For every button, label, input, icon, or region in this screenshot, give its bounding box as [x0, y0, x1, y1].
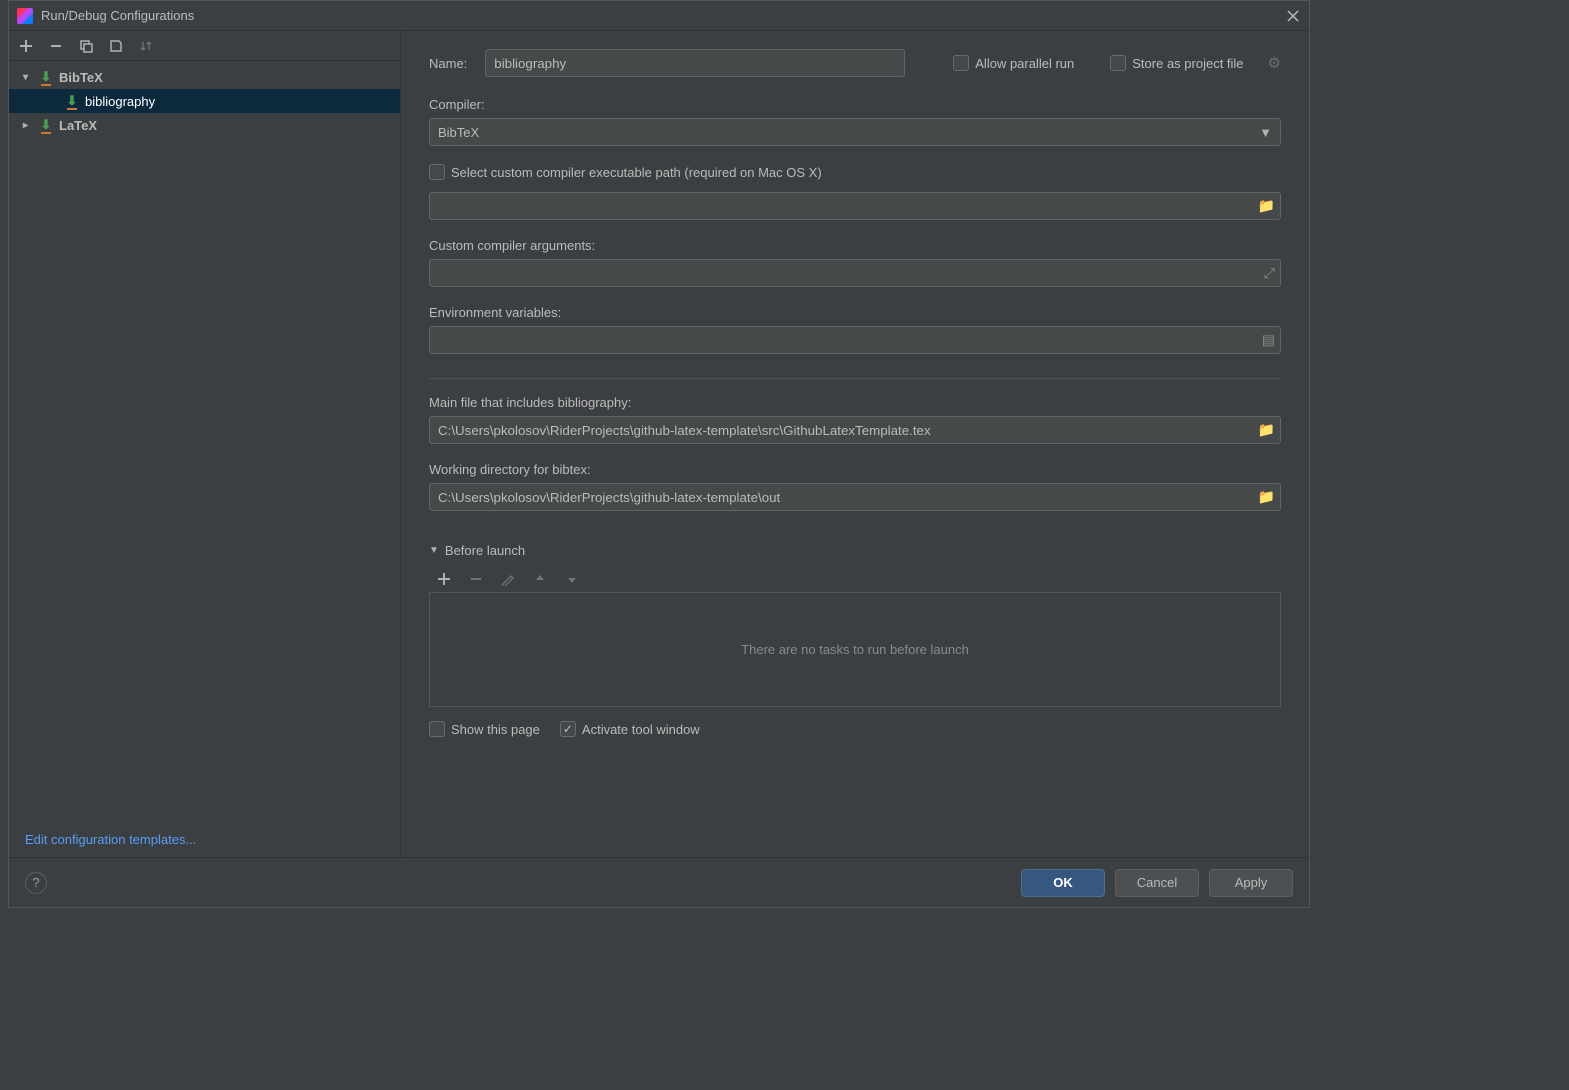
ok-button[interactable]: OK: [1021, 869, 1105, 897]
folder-icon[interactable]: 📁: [1258, 422, 1275, 439]
before-launch-toolbar: [429, 566, 1281, 592]
name-label: Name:: [429, 56, 467, 71]
folder-icon[interactable]: 📁: [1258, 198, 1275, 215]
checkbox-icon: [953, 55, 969, 71]
allow-parallel-checkbox[interactable]: Allow parallel run: [953, 55, 1074, 71]
activate-tool-checkbox[interactable]: Activate tool window: [560, 721, 700, 737]
tree-node-latex[interactable]: ▸ ⬇ LaTeX: [9, 113, 400, 137]
titlebar: Run/Debug Configurations: [9, 1, 1309, 31]
gear-icon[interactable]: ⚙: [1268, 54, 1281, 72]
help-icon[interactable]: ?: [25, 872, 47, 894]
env-input[interactable]: [429, 326, 1281, 354]
workdir-input[interactable]: [429, 483, 1281, 511]
close-icon[interactable]: [1285, 8, 1301, 24]
checkbox-checked-icon: [560, 721, 576, 737]
move-down-icon: [563, 570, 581, 588]
compiler-value: BibTeX: [438, 125, 479, 140]
compiler-label: Compiler:: [429, 97, 1281, 112]
before-launch-label: Before launch: [445, 543, 525, 558]
expand-icon[interactable]: ⤢: [1264, 265, 1275, 282]
checkbox-icon: [429, 721, 445, 737]
name-input[interactable]: [485, 49, 905, 77]
app-icon: [17, 8, 33, 24]
activate-tool-label: Activate tool window: [582, 722, 700, 737]
custom-args-label: Custom compiler arguments:: [429, 238, 1281, 253]
before-launch-toggle[interactable]: ▼ Before launch: [429, 543, 1281, 558]
tree-node-bibliography[interactable]: ⬇ bibliography: [9, 89, 400, 113]
tex-icon: ⬇: [39, 118, 53, 132]
workdir-label: Working directory for bibtex:: [429, 462, 1281, 477]
remove-task-icon: [467, 570, 485, 588]
edit-templates-link[interactable]: Edit configuration templates...: [9, 822, 400, 857]
custom-compiler-label: Select custom compiler executable path (…: [451, 165, 822, 180]
apply-button[interactable]: Apply: [1209, 869, 1293, 897]
tree-label: BibTeX: [59, 70, 103, 85]
compiler-select[interactable]: BibTeX ▼: [429, 118, 1281, 146]
move-up-icon: [531, 570, 549, 588]
config-tree: ▾ ⬇ BibTeX ⬇ bibliography ▸ ⬇ LaTeX: [9, 61, 400, 822]
store-project-checkbox[interactable]: Store as project file: [1110, 55, 1243, 71]
run-debug-dialog: Run/Debug Configurations ▾ ⬇ BibTeX ⬇: [8, 0, 1310, 908]
folder-icon[interactable]: 📁: [1258, 489, 1275, 506]
save-config-icon[interactable]: [107, 37, 125, 55]
tree-label: bibliography: [85, 94, 155, 109]
name-row: Name: Allow parallel run Store as projec…: [429, 49, 1281, 77]
tree-label: LaTeX: [59, 118, 97, 133]
show-page-checkbox[interactable]: Show this page: [429, 721, 540, 737]
cancel-button[interactable]: Cancel: [1115, 869, 1199, 897]
list-icon[interactable]: ▤: [1262, 332, 1275, 349]
dialog-body: ▾ ⬇ BibTeX ⬇ bibliography ▸ ⬇ LaTeX Edit…: [9, 31, 1309, 857]
tex-icon: ⬇: [65, 94, 79, 108]
custom-compiler-path-input[interactable]: [429, 192, 1281, 220]
separator: [429, 378, 1281, 379]
chevron-down-icon: ▾: [23, 72, 35, 83]
dialog-title: Run/Debug Configurations: [41, 8, 1285, 23]
remove-config-icon[interactable]: [47, 37, 65, 55]
show-page-label: Show this page: [451, 722, 540, 737]
sidebar-toolbar: [9, 31, 400, 61]
dialog-footer: ? OK Cancel Apply: [9, 857, 1309, 907]
custom-compiler-checkbox[interactable]: Select custom compiler executable path (…: [429, 164, 1281, 180]
sort-config-icon[interactable]: [137, 37, 155, 55]
tree-node-bibtex[interactable]: ▾ ⬇ BibTeX: [9, 65, 400, 89]
checkbox-icon: [1110, 55, 1126, 71]
tex-icon: ⬇: [39, 70, 53, 84]
sidebar: ▾ ⬇ BibTeX ⬇ bibliography ▸ ⬇ LaTeX Edit…: [9, 31, 401, 857]
checkbox-icon: [429, 164, 445, 180]
config-form: Name: Allow parallel run Store as projec…: [401, 31, 1309, 857]
chevron-right-icon: ▸: [23, 120, 35, 131]
bottom-options: Show this page Activate tool window: [429, 707, 1281, 747]
custom-args-input[interactable]: [429, 259, 1281, 287]
chevron-down-icon: ▼: [1259, 125, 1272, 140]
add-config-icon[interactable]: [17, 37, 35, 55]
no-tasks-text: There are no tasks to run before launch: [741, 642, 969, 657]
mainfile-label: Main file that includes bibliography:: [429, 395, 1281, 410]
store-project-label: Store as project file: [1132, 56, 1243, 71]
allow-parallel-label: Allow parallel run: [975, 56, 1074, 71]
mainfile-input[interactable]: [429, 416, 1281, 444]
copy-config-icon[interactable]: [77, 37, 95, 55]
env-label: Environment variables:: [429, 305, 1281, 320]
triangle-down-icon: ▼: [429, 545, 439, 556]
add-task-icon[interactable]: [435, 570, 453, 588]
edit-task-icon: [499, 570, 517, 588]
before-launch-list: There are no tasks to run before launch: [429, 592, 1281, 707]
